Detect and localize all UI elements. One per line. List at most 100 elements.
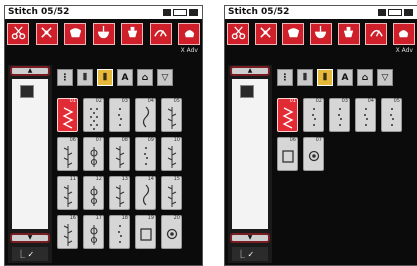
category-tab-label: ⋮ [280,72,290,83]
category-tab-6[interactable]: ▽ [377,69,393,86]
stitch-grid: 01 02 03 04 05 06 07 [277,98,402,171]
side-label: X Adv [180,47,198,54]
scroll-up-button[interactable]: ▲ [10,66,50,76]
stitch-number: 06 [289,137,296,143]
speed-icon [369,25,384,44]
stitch-tile[interactable]: 01 [57,98,78,132]
category-tab-label: ▽ [161,72,169,83]
screen-title: Stitch 05/52 [228,7,290,17]
needle-bowl-button[interactable] [309,23,332,45]
stitch-grid: 01 02 03 04 05 06 07 08 09 10 11 12 13 14 15 16 17 18 19 20 [57,98,182,249]
settings-button[interactable] [178,23,200,45]
stitch-tile[interactable]: 10 [161,137,182,171]
stitch-number: 07 [95,137,102,143]
category-tab-4[interactable]: A [117,69,133,86]
stitch-tile[interactable]: 20 [161,215,182,249]
category-tab-5[interactable]: ⌂ [137,69,153,86]
stitch-number: 06 [69,137,76,143]
footer-button[interactable]: ⎿ ✓ [232,247,268,261]
preview-area [12,79,48,229]
scroll-up-button[interactable]: ▲ [230,66,270,76]
stitch-tile[interactable]: 04 [135,98,156,132]
preview-thumbnail [20,85,34,98]
category-tab-label: A [121,72,129,83]
category-tab-3[interactable]: ⦀ [97,69,113,86]
stitch-number: 02 [315,98,322,104]
stitch-tile[interactable]: 03 [109,98,130,132]
stitch-tile[interactable]: 08 [109,137,130,171]
stitch-tile[interactable]: 06 [277,137,298,171]
stitch-shape-button[interactable] [64,23,86,45]
category-tab-label: ⦀ [323,72,327,83]
category-tab-label: ⋮ [60,72,70,83]
stitch-tile[interactable]: 15 [161,176,182,210]
presser-foot-button[interactable] [337,23,360,45]
stitch-tile[interactable]: 16 [57,215,78,249]
toolbar [227,23,415,45]
stitch-number: 16 [69,215,76,221]
category-tab-1[interactable]: ⋮ [277,69,293,86]
stitch-tile[interactable]: 06 [57,137,78,171]
scroll-down-button[interactable]: ▼ [230,233,270,243]
scissors-cross-button[interactable] [35,23,58,45]
stitch-tile[interactable]: 17 [83,215,104,249]
stitch-tile[interactable]: 02 [83,98,104,132]
stitch-shape-icon [286,25,301,44]
footer-button[interactable]: ⎿ ✓ [12,247,48,261]
sewing-screen-left: Stitch 05/52 X Adv ▲ ▼ ⎿ ✓ ⋮ ⦀ ⦀ A ⌂ ▽ 01 02 03… [4,5,203,266]
stitch-tile[interactable]: 05 [161,98,182,132]
stitch-tile[interactable]: 01 [277,98,298,132]
scissors-cross-button[interactable] [254,23,277,45]
stitch-tile[interactable]: 04 [355,98,376,132]
status-icons [378,9,413,16]
speed-button[interactable] [149,23,172,45]
category-tab-3[interactable]: ⦀ [317,69,333,86]
stitch-number: 04 [147,98,154,104]
stitch-tile[interactable]: 14 [135,176,156,210]
stitch-tile[interactable]: 02 [303,98,324,132]
stitch-tile[interactable]: 11 [57,176,78,210]
stitch-number: 08 [121,137,128,143]
speed-button[interactable] [365,23,388,45]
stitch-tile[interactable]: 03 [329,98,350,132]
scroll-panel: ▲ ▼ ⎿ ✓ [8,65,52,263]
category-tab-label: ▽ [381,72,389,83]
category-tab-5[interactable]: ⌂ [357,69,373,86]
stitch-number: 14 [147,176,154,182]
category-tab-6[interactable]: ▽ [157,69,173,86]
stitch-number: 15 [173,176,180,182]
stitch-tile[interactable]: 12 [83,176,104,210]
stitch-number: 12 [95,176,102,182]
category-tab-label: A [341,72,349,83]
scroll-panel: ▲ ▼ ⎿ ✓ [228,65,272,263]
stitch-number: 20 [173,215,180,221]
scissors-button[interactable] [227,23,249,45]
presser-foot-button[interactable] [121,23,143,45]
stitch-tile[interactable]: 09 [135,137,156,171]
toolbar [7,23,200,45]
scroll-down-button[interactable]: ▼ [10,233,50,243]
scissors-button[interactable] [7,23,29,45]
stitch-shape-button[interactable] [282,23,305,45]
settings-button[interactable] [392,23,415,45]
needle-bowl-button[interactable] [92,23,115,45]
scissors-icon [231,25,246,44]
stitch-tile[interactable]: 18 [109,215,130,249]
screen-title: Stitch 05/52 [8,7,70,17]
category-row: ⋮ ⦀ ⦀ A ⌂ ▽ [277,69,393,86]
stitch-number: 17 [95,215,102,221]
stitch-tile[interactable]: 07 [83,137,104,171]
category-tab-2[interactable]: ⦀ [297,69,313,86]
title-bar: Stitch 05/52 [5,6,202,19]
stitch-tile[interactable]: 13 [109,176,130,210]
stitch-tile[interactable]: 19 [135,215,156,249]
category-tab-label: ⦀ [103,72,107,83]
category-tab-1[interactable]: ⋮ [57,69,73,86]
stitch-tile[interactable]: 05 [381,98,402,132]
stitch-shape-icon [68,25,83,44]
settings-icon [182,25,197,44]
category-tab-4[interactable]: A [337,69,353,86]
stitch-tile[interactable]: 07 [303,137,324,171]
presser-foot-icon [125,25,140,44]
category-tab-2[interactable]: ⦀ [77,69,93,86]
